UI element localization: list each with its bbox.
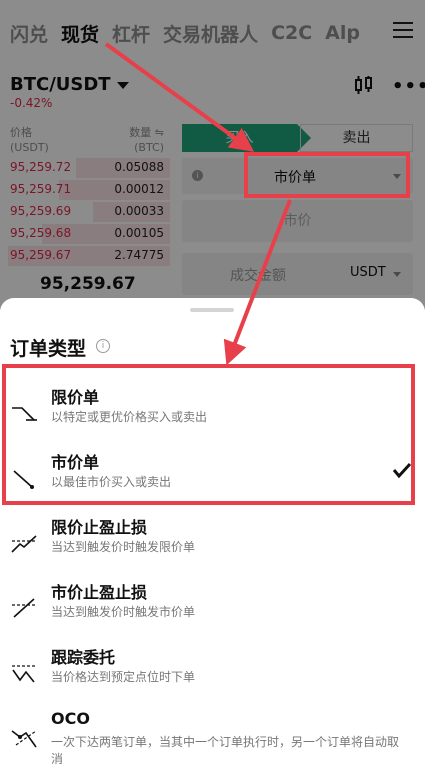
modal-backdrop[interactable] — [0, 0, 425, 310]
order-option-limit[interactable]: 限价单 以特定或更优价格买入或卖出 — [0, 384, 425, 448]
order-option-stop-market[interactable]: 市价止盈止损 当达到触发价时触发市价单 — [0, 579, 425, 643]
sheet-title: 订单类型 — [10, 338, 87, 360]
oco-icon — [11, 730, 37, 748]
option-name: OCO — [51, 709, 90, 728]
stop-limit-icon — [11, 535, 37, 553]
option-desc: 当达到触发价时触发市价单 — [51, 605, 196, 619]
sheet-drag-handle[interactable] — [190, 308, 234, 312]
option-name: 市价单 — [51, 453, 100, 472]
check-icon — [392, 462, 412, 479]
trailing-order-icon — [12, 665, 36, 683]
order-option-stop-limit[interactable]: 限价止盈止损 当达到触发价时触发限价单 — [0, 514, 425, 578]
order-option-market[interactable]: 市价单 以最佳市价买入或卖出 — [0, 449, 425, 513]
option-name: 限价单 — [51, 388, 100, 407]
option-desc: 一次下达两笔订单，当其中一个订单执行时，另一个订单将自动取消 — [51, 735, 400, 766]
order-option-oco[interactable]: OCO 一次下达两笔订单，当其中一个订单执行时，另一个订单将自动取消 — [0, 709, 425, 773]
market-order-icon — [13, 470, 34, 489]
order-option-trailing[interactable]: 跟踪委托 当价格达到预定点位时下单 — [0, 644, 425, 708]
option-desc: 当价格达到预定点位时下单 — [51, 670, 196, 684]
stop-market-icon — [12, 598, 36, 618]
option-name: 限价止盈止损 — [51, 518, 148, 537]
option-name: 市价止盈止损 — [51, 583, 148, 602]
option-desc: 以最佳市价买入或卖出 — [51, 475, 172, 489]
option-desc: 以特定或更优价格买入或卖出 — [51, 410, 208, 424]
limit-order-icon — [12, 407, 37, 421]
option-desc: 当达到触发价时触发限价单 — [51, 540, 196, 554]
order-type-sheet: 订单类型 i 限价单 以特定或更优价格买入或卖出 市价单 以最佳市价买入或卖出 … — [0, 298, 425, 776]
option-name: 跟踪委托 — [51, 648, 116, 667]
info-icon[interactable]: i — [96, 339, 110, 353]
